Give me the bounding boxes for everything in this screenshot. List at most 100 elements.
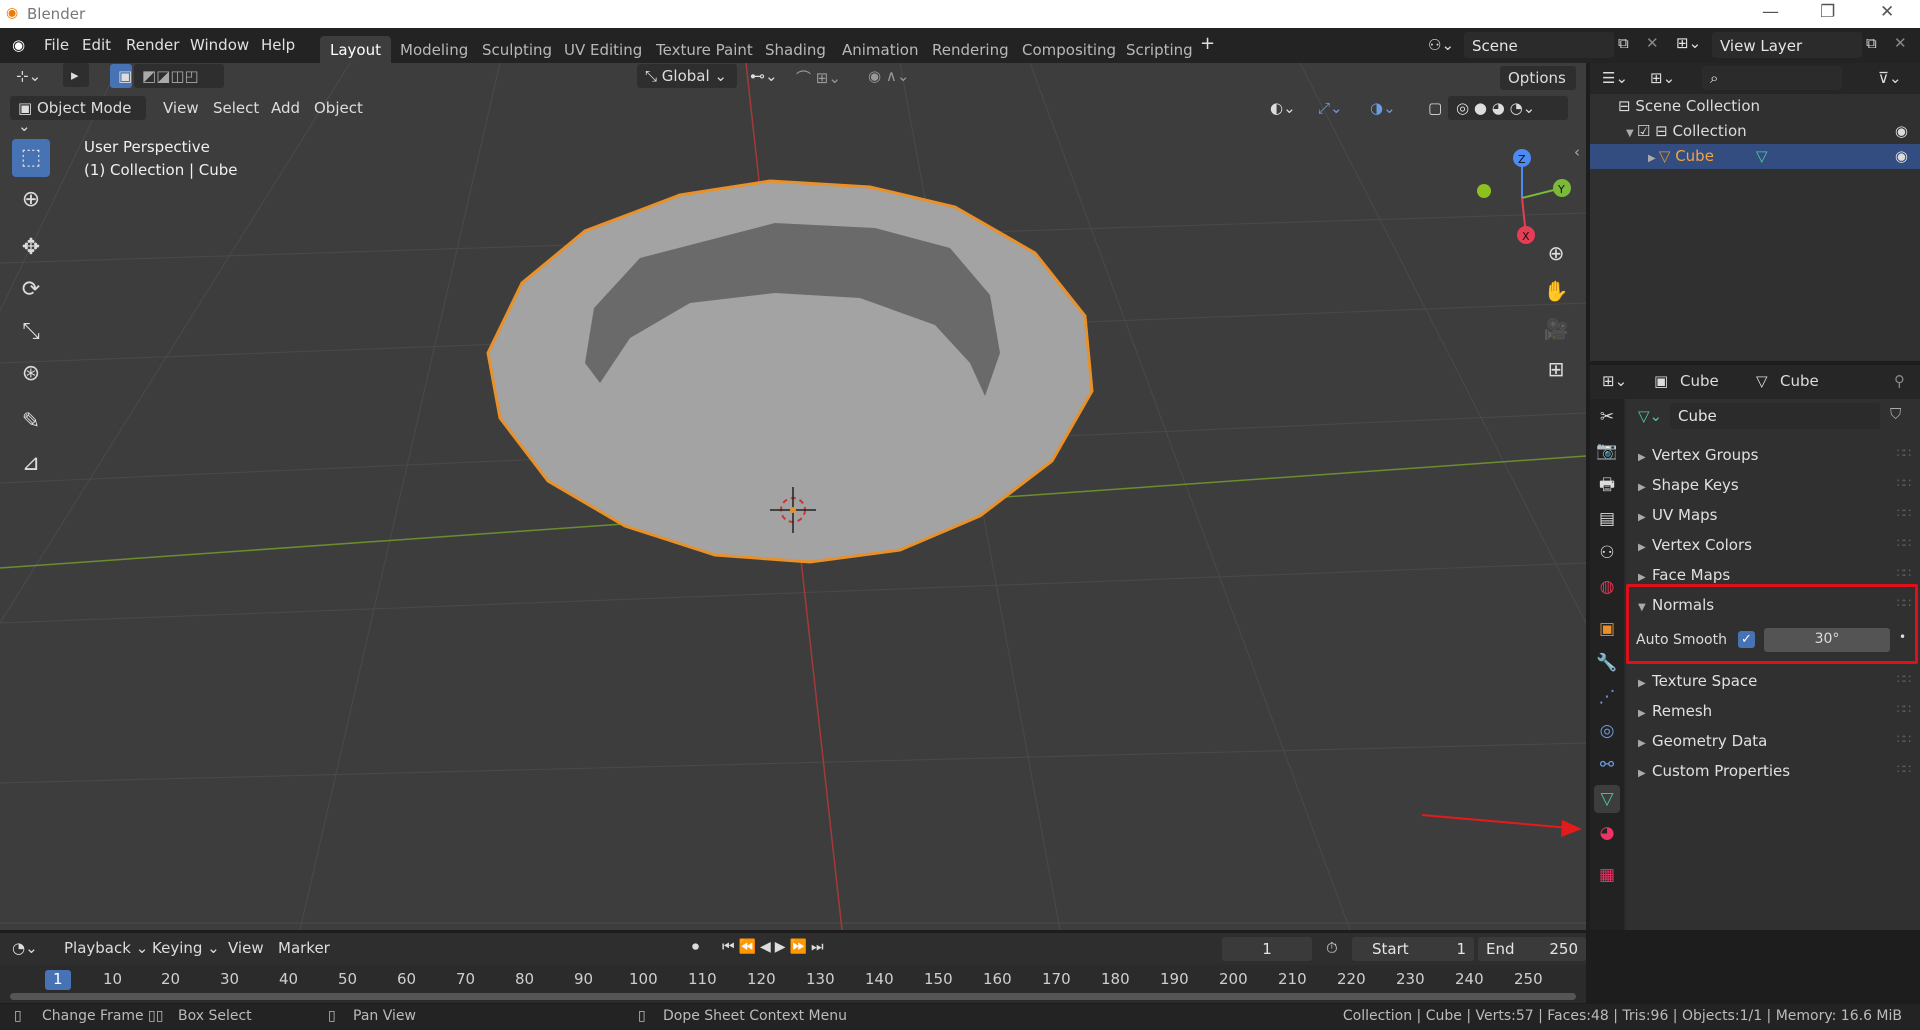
tab-physics-icon[interactable]: ◎	[1594, 717, 1620, 745]
object-mode-dropdown[interactable]: ▣ Object Mode ⌄	[10, 96, 146, 135]
eye-icon[interactable]: ◉	[1895, 122, 1908, 140]
view-layer-icon[interactable]: ⊞⌄	[1676, 34, 1701, 52]
stopwatch-icon[interactable]: ⏱	[1326, 939, 1338, 957]
menu-timeline-view[interactable]: View	[228, 939, 264, 957]
tab-object-icon[interactable]: ▣	[1594, 615, 1620, 643]
tab-scene-icon[interactable]: ⚇	[1594, 539, 1620, 567]
mesh-browse-icon[interactable]: ▽⌄	[1638, 407, 1662, 425]
menu-playback[interactable]: Playback ⌄	[64, 939, 148, 957]
tab-scripting[interactable]: Scripting	[1116, 36, 1203, 63]
properties-editor-icon[interactable]: ⊞⌄	[1602, 372, 1627, 390]
menu-add[interactable]: Add	[263, 96, 308, 120]
tab-animation[interactable]: Animation	[832, 36, 928, 63]
display-mode-icon[interactable]: ⊞⌄	[1650, 69, 1675, 87]
panel-vertex-colors[interactable]: ▶ Vertex Colors ∷∷	[1630, 531, 1914, 558]
tab-particles-icon[interactable]: ⋰	[1594, 683, 1620, 711]
tab-world-icon[interactable]: ◍	[1594, 573, 1620, 601]
eye-icon[interactable]: ◉	[1895, 147, 1908, 165]
filter-icon[interactable]: ⊽⌄	[1878, 69, 1902, 87]
expand-arrow-icon[interactable]: ▼	[1626, 128, 1637, 139]
tool-measure-icon[interactable]: ⊿	[12, 445, 50, 483]
visibility-icon[interactable]: ◐⌄	[1262, 96, 1304, 120]
editor-type-icon[interactable]: ⊹⌄	[8, 64, 49, 88]
tab-output-icon[interactable]: 🖶	[1594, 471, 1620, 499]
transform-orientation-dropdown[interactable]: ⤡ Global ⌄	[637, 64, 737, 88]
proportional-edit-icon[interactable]: ◉ ∧⌄	[860, 64, 920, 88]
fake-user-icon[interactable]: ⛉	[1890, 405, 1901, 423]
xray-toggle-icon[interactable]: ▢	[1420, 96, 1450, 120]
tab-layout[interactable]: Layout	[320, 36, 391, 63]
tool-transform-icon[interactable]: ⊛	[12, 355, 50, 393]
minimize-icon[interactable]: —	[1762, 2, 1779, 22]
menu-select[interactable]: Select	[205, 96, 267, 120]
tool-cursor-icon[interactable]: ⊕	[12, 181, 50, 219]
view-layer-field[interactable]: View Layer	[1712, 32, 1862, 58]
tab-material-icon[interactable]: ◕	[1594, 819, 1620, 847]
tool-rotate-icon[interactable]: ⟳	[12, 271, 50, 309]
menu-render[interactable]: Render	[126, 36, 179, 54]
outliner-editor-icon[interactable]: ☰⌄	[1602, 69, 1628, 87]
panel-shape-keys[interactable]: ▶ Shape Keys ∷∷	[1630, 471, 1914, 498]
current-frame-field[interactable]: 1	[1222, 937, 1312, 961]
panel-geometry-data[interactable]: ▶ Geometry Data ∷∷	[1630, 727, 1914, 754]
pin-icon[interactable]: ⚲	[1894, 372, 1905, 390]
drag-handle-icon[interactable]: ∷∷	[1897, 446, 1911, 460]
checkbox-icon[interactable]: ☑	[1637, 122, 1655, 140]
tab-uv-editing[interactable]: UV Editing	[554, 36, 652, 63]
outliner-search-input[interactable]: ⌕	[1702, 66, 1842, 90]
tab-constraints-icon[interactable]: ⚯	[1594, 751, 1620, 779]
view-layer-remove-icon[interactable]: ✕	[1894, 34, 1907, 52]
mesh-name-field[interactable]: Cube	[1670, 403, 1880, 429]
tool-move-icon[interactable]: ✥	[12, 229, 50, 267]
close-icon[interactable]: ✕	[1880, 2, 1894, 22]
timeline-editor-icon[interactable]: ◔⌄	[12, 939, 38, 957]
tab-view-layer-icon[interactable]: ▤	[1594, 505, 1620, 533]
tab-shading[interactable]: Shading	[755, 36, 836, 63]
menu-file[interactable]: File	[44, 36, 69, 54]
scene-remove-icon[interactable]: ✕	[1646, 34, 1659, 52]
tab-sculpting[interactable]: Sculpting	[472, 36, 562, 63]
tool-select-box-icon[interactable]: ⬚	[12, 139, 50, 177]
menu-keying[interactable]: Keying ⌄	[152, 939, 220, 957]
panel-remesh[interactable]: ▶ Remesh ∷∷	[1630, 697, 1914, 724]
outliner-row-cube[interactable]: ▶ ▽ Cube ▽ ◉	[1590, 144, 1920, 169]
select-box-modes-icon[interactable]: ◩◪◫◰	[134, 64, 224, 88]
restore-icon[interactable]: ❐	[1820, 2, 1835, 22]
drag-handle-icon[interactable]: ∷∷	[1897, 762, 1911, 776]
drag-handle-icon[interactable]: ∷∷	[1897, 536, 1911, 550]
menu-edit[interactable]: Edit	[82, 36, 111, 54]
menu-object[interactable]: Object	[306, 96, 371, 120]
panel-texture-space[interactable]: ▶ Texture Space ∷∷	[1630, 667, 1914, 694]
tab-texture-icon[interactable]: ▦	[1594, 861, 1620, 889]
menu-help[interactable]: Help	[261, 36, 295, 54]
tab-modeling[interactable]: Modeling	[390, 36, 478, 63]
tab-tool-icon[interactable]: ✂	[1594, 403, 1620, 431]
drag-handle-icon[interactable]: ∷∷	[1897, 732, 1911, 746]
menu-window[interactable]: Window	[190, 36, 249, 54]
menu-marker[interactable]: Marker	[278, 939, 330, 957]
timeline-scrollbar[interactable]	[10, 993, 1576, 1000]
tab-texture-paint[interactable]: Texture Paint	[646, 36, 763, 63]
options-dropdown[interactable]: Options ⌄	[1500, 66, 1576, 105]
select-mode-icon[interactable]: ▸	[63, 63, 89, 87]
outliner-row-collection[interactable]: ▼ ☑ ⊟ Collection ◉	[1590, 119, 1920, 144]
zoom-icon[interactable]: ⊕	[1540, 237, 1572, 269]
start-frame-field[interactable]: Start 1	[1352, 937, 1474, 961]
tab-rendering[interactable]: Rendering	[922, 36, 1019, 63]
camera-view-icon[interactable]: 🎥	[1540, 313, 1572, 345]
tool-annotate-icon[interactable]: ✎	[12, 403, 50, 441]
menu-view[interactable]: View	[155, 96, 207, 120]
sidebar-toggle-icon[interactable]: ‹	[1574, 143, 1580, 161]
gizmo-toggle-icon[interactable]: ⤢⌄	[1310, 96, 1351, 120]
scene-browse-icon[interactable]: ⚇⌄	[1428, 36, 1454, 54]
end-frame-field[interactable]: End 250	[1478, 937, 1586, 961]
pivot-point-icon[interactable]: ⊷⌄	[742, 64, 786, 88]
drag-handle-icon[interactable]: ∷∷	[1897, 506, 1911, 520]
add-workspace-icon[interactable]: +	[1200, 33, 1215, 54]
outliner-row-scene-collection[interactable]: ⊟ Scene Collection	[1590, 94, 1920, 119]
ortho-grid-icon[interactable]: ⊞	[1540, 353, 1572, 385]
panel-uv-maps[interactable]: ▶ UV Maps ∷∷	[1630, 501, 1914, 528]
tool-scale-icon[interactable]: ⤡	[12, 313, 50, 351]
panel-custom-properties[interactable]: ▶ Custom Properties ∷∷	[1630, 757, 1914, 784]
overlay-toggle-icon[interactable]: ◑⌄	[1362, 96, 1404, 120]
